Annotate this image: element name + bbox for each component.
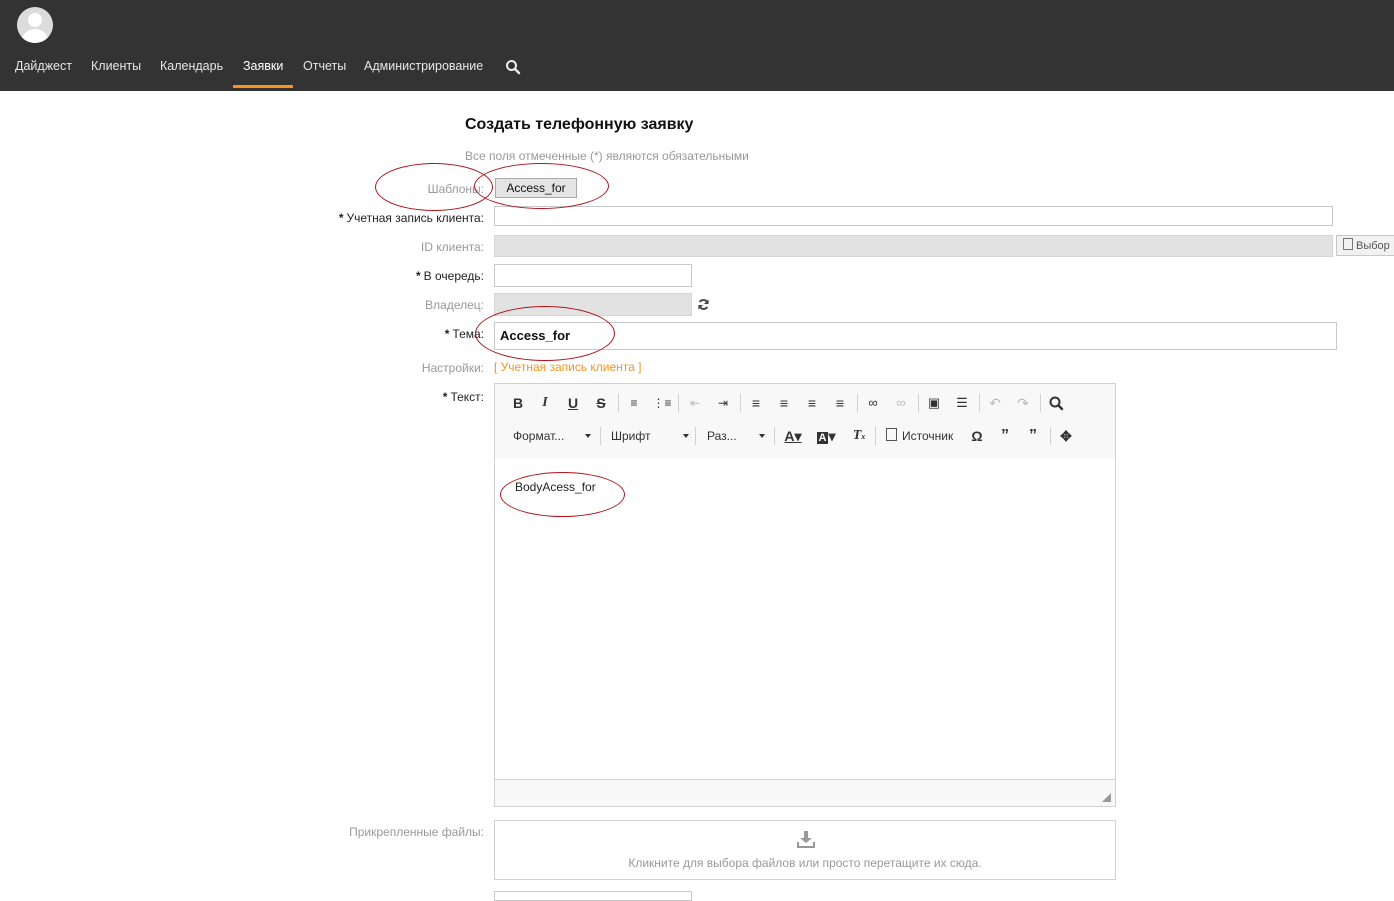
redo-icon[interactable]: ↷ [1012, 392, 1034, 414]
special-char-icon[interactable]: Ω [966, 425, 988, 447]
queue-label: * В очередь: [416, 269, 484, 283]
page-title: Создать телефонную заявку [465, 116, 694, 133]
client-account-field[interactable] [494, 206, 1333, 226]
top-navbar: Дайджест Клиенты Календарь Заявки Отчеты… [0, 0, 1394, 91]
required-mark: * [442, 390, 448, 404]
queue-select[interactable] [494, 264, 692, 287]
nav-item-administration[interactable]: Администрирование [354, 56, 493, 85]
required-mark: * [415, 269, 421, 283]
editor-content-area[interactable]: BodyAcess_for [495, 458, 1115, 780]
unlink-icon[interactable]: ∞ [890, 392, 912, 414]
select-button-label: Выбор [1356, 240, 1390, 252]
nav-item-calendar[interactable]: Календарь [150, 56, 233, 85]
background-color-icon[interactable]: A ▾ [815, 425, 837, 447]
blockquote-alt-icon[interactable]: ” [1022, 425, 1044, 447]
align-right-icon[interactable]: ≡ [801, 392, 823, 414]
link-icon[interactable]: ∞ [862, 392, 884, 414]
bulleted-list-icon[interactable]: ⋮≡ [651, 392, 673, 414]
settings-label: Настройки: [421, 361, 484, 375]
download-icon [797, 831, 815, 848]
image-icon[interactable]: ▣ [923, 392, 945, 414]
required-mark: * [444, 327, 450, 341]
settings-client-account-link[interactable]: [ Учетная запись клиента ] [494, 360, 642, 374]
remove-format-icon[interactable]: Tx [848, 425, 870, 447]
search-icon[interactable] [505, 59, 521, 75]
editor-body-text: BodyAcess_for [515, 480, 596, 494]
chevron-down-icon [683, 434, 689, 438]
format-dropdown[interactable]: Формат... [513, 426, 591, 446]
attachments-label: Прикрепленные файлы: [349, 825, 484, 839]
strikethrough-icon[interactable]: S [590, 392, 612, 414]
resize-handle[interactable] [1102, 793, 1111, 802]
text-label: * Текст: [443, 390, 484, 404]
required-mark: * [338, 211, 344, 225]
queue-label-text: В очередь: [423, 269, 484, 283]
undo-icon[interactable]: ↶ [984, 392, 1006, 414]
subject-field[interactable]: Access_for [494, 322, 1337, 350]
template-access-for-button[interactable]: Access_for [495, 178, 577, 198]
client-id-field [494, 235, 1333, 257]
owner-label: Владелец: [425, 298, 484, 312]
templates-label: Шаблоны: [427, 182, 484, 196]
refresh-icon[interactable] [697, 298, 710, 311]
blockquote-icon[interactable]: ” [994, 425, 1016, 447]
size-dropdown[interactable]: Раз... [707, 426, 765, 446]
source-icon [886, 428, 897, 441]
chevron-down-icon [585, 434, 591, 438]
next-field[interactable] [494, 891, 692, 901]
numbered-list-icon[interactable]: ≡ [623, 392, 645, 414]
client-id-label: ID клиента: [420, 240, 484, 254]
font-dropdown[interactable]: Шрифт [611, 426, 689, 446]
align-center-icon[interactable]: ≡ [773, 392, 795, 414]
nav-item-digest[interactable]: Дайджест [5, 56, 82, 85]
nav-item-tickets[interactable]: Заявки [233, 56, 294, 88]
client-account-label-text: Учетная запись клиента: [346, 211, 484, 225]
text-color-icon[interactable]: A▾ [782, 425, 804, 447]
client-account-label: * Учетная запись клиента: [339, 211, 484, 225]
rich-text-editor: B I U S ≡ ⋮≡ ⇤ ⇥ ≡ ≡ ≡ ≡ ∞ ∞ ▣ ☰ ↶ ↷ Фор… [494, 383, 1116, 807]
attachments-dropzone[interactable]: Кликните для выбора файлов или просто пе… [494, 820, 1116, 880]
format-dropdown-label: Формат... [513, 429, 565, 443]
font-dropdown-label: Шрифт [611, 429, 651, 443]
chevron-down-icon [759, 434, 765, 438]
subject-label-text: Тема: [452, 327, 484, 341]
size-dropdown-label: Раз... [707, 429, 737, 443]
user-avatar[interactable] [17, 7, 53, 43]
owner-field [494, 293, 692, 316]
select-client-button[interactable]: Выбор [1336, 235, 1394, 256]
align-left-icon[interactable]: ≡ [745, 392, 767, 414]
horizontal-rule-icon[interactable]: ☰ [951, 392, 973, 414]
outdent-icon[interactable]: ⇤ [684, 392, 706, 414]
italic-icon[interactable]: I [534, 392, 556, 414]
underline-icon[interactable]: U [562, 392, 584, 414]
select-icon [1343, 238, 1353, 250]
nav-item-clients[interactable]: Клиенты [81, 56, 151, 85]
source-button-label: Источник [902, 429, 954, 443]
subject-label: * Тема: [445, 327, 484, 341]
find-icon[interactable] [1045, 392, 1067, 414]
required-hint: Все поля отмеченные (*) являются обязате… [465, 149, 749, 163]
align-justify-icon[interactable]: ≡ [829, 392, 851, 414]
maximize-icon[interactable]: ✥ [1055, 425, 1077, 447]
nav-item-reports[interactable]: Отчеты [293, 56, 356, 85]
text-label-text: Текст: [450, 390, 484, 404]
indent-icon[interactable]: ⇥ [712, 392, 734, 414]
source-button[interactable]: Источник [886, 426, 960, 446]
attachments-hint: Кликните для выбора файлов или просто пе… [628, 856, 982, 870]
editor-toolbar: B I U S ≡ ⋮≡ ⇤ ⇥ ≡ ≡ ≡ ≡ ∞ ∞ ▣ ☰ ↶ ↷ Фор… [495, 384, 1115, 459]
bold-icon[interactable]: B [507, 392, 529, 414]
